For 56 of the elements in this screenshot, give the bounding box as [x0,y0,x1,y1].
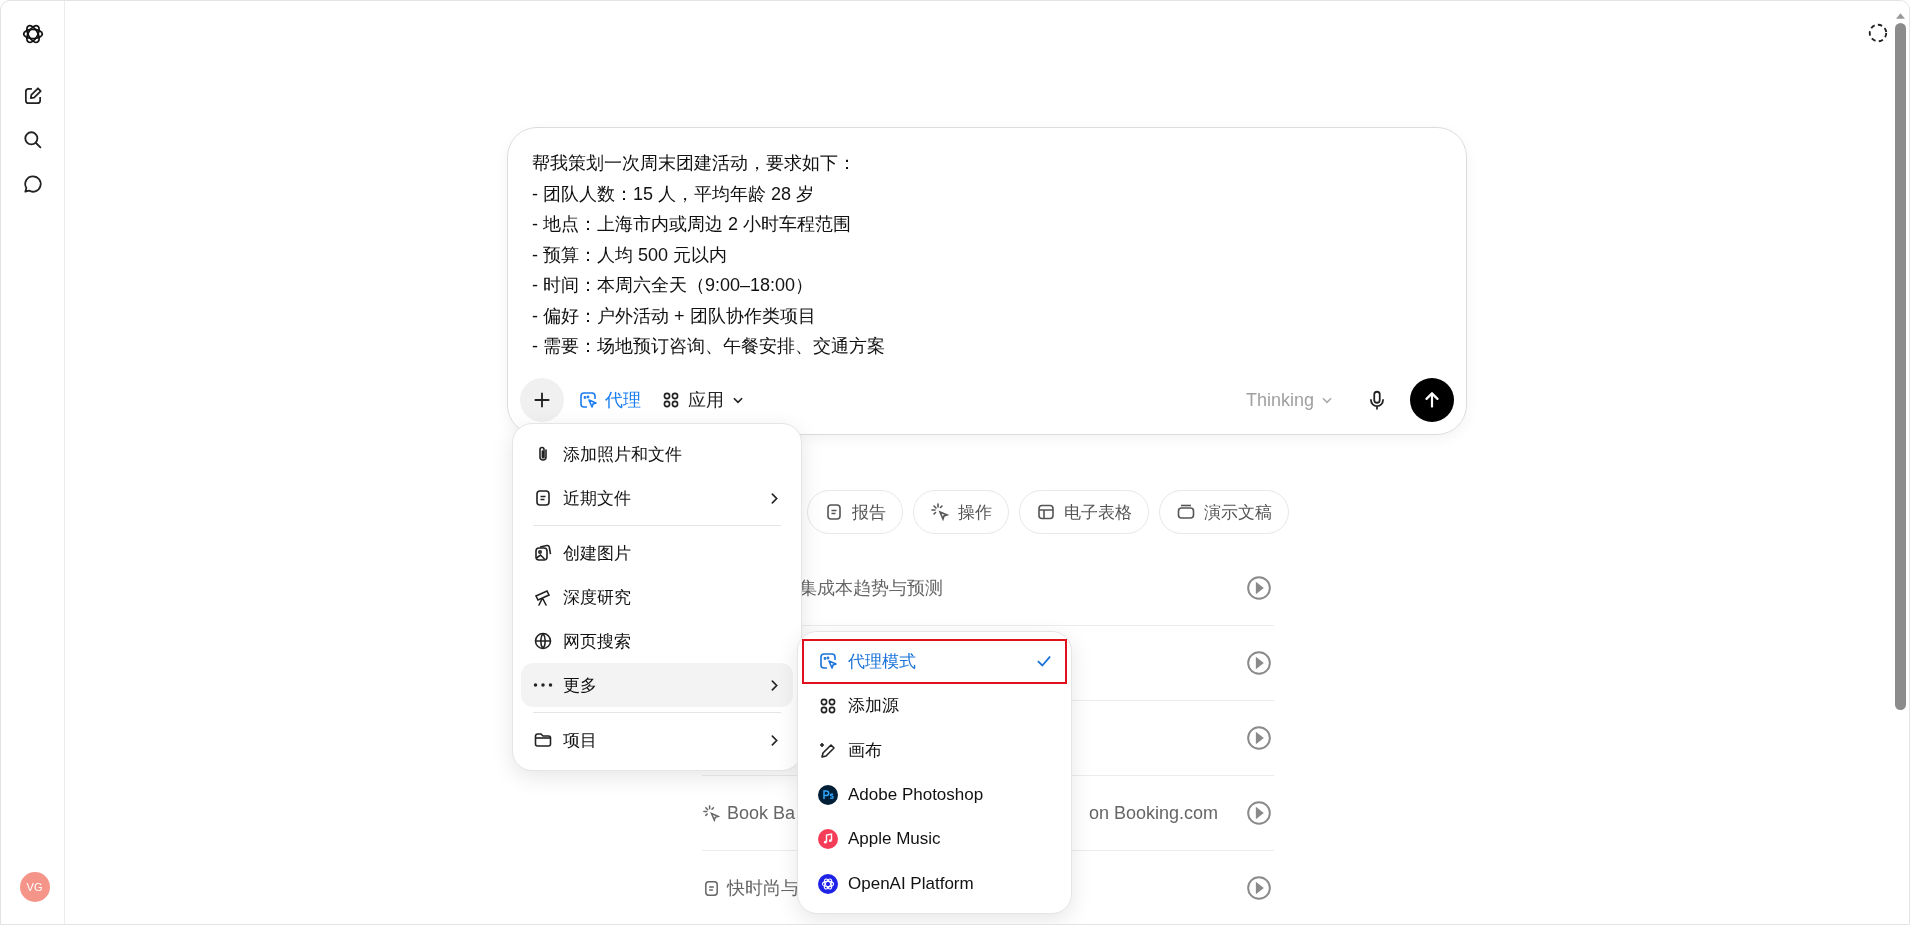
document-icon [824,502,844,522]
menu-item[interactable]: 创建图片 [521,531,793,575]
folder-icon [533,730,553,750]
menu-item[interactable]: 网页搜索 [521,619,793,663]
table-icon [1036,502,1056,522]
scroll-up-icon[interactable] [1896,13,1905,19]
menu-item[interactable]: 更多 [521,663,793,707]
play-icon[interactable] [1246,650,1272,676]
menu-item[interactable]: 添加照片和文件 [521,432,793,476]
play-icon[interactable] [1246,800,1272,826]
prompt-line: - 团队人数：15 人，平均年龄 28 岁 [532,182,816,206]
send-button[interactable] [1410,378,1454,422]
prompt-line: - 时间：本周六全天（9:00–18:00） [532,274,815,297]
prompt-line: - 地点：上海市内或周边 2 小时车程范围 [532,213,852,236]
globe-icon [533,631,553,651]
telescope-icon [533,587,553,607]
menu-item[interactable]: Adobe Photoshop [802,772,1067,817]
more-icon [533,683,553,687]
suggestion-text[interactable]: Book Ba [727,802,796,824]
chat-icon[interactable] [21,173,44,195]
cursor-click-icon [702,803,721,823]
dashed-circle-icon[interactable] [1867,22,1889,44]
openai-app-icon [818,873,838,894]
photoshop-app-icon [818,784,838,805]
menu-item[interactable]: 项目 [521,718,793,762]
nodes-icon [661,390,681,410]
image-icon [533,543,553,563]
menu-item[interactable]: 画布 [802,728,1067,773]
play-icon[interactable] [1246,725,1272,751]
menu-item[interactable]: 深度研究 [521,575,793,619]
prompt-line: - 预算：人均 500 元以内 [532,243,729,267]
menu-item[interactable]: 代理模式 [802,639,1067,684]
suggestion-text[interactable]: on Booking.com [1088,802,1218,824]
document-icon [702,878,721,898]
menu-item[interactable]: 添加源 [802,683,1067,728]
suggestion-text[interactable]: 快时尚与 [727,876,799,900]
document-icon [533,488,553,508]
agent-button[interactable]: 代理 [572,382,647,418]
music-app-icon [818,829,838,850]
agent-icon [578,390,598,410]
menu-item[interactable]: 近期文件 [521,476,793,520]
menu-item[interactable]: Apple Music [802,817,1067,862]
add-button[interactable] [520,378,564,422]
cursor-click-icon [930,502,950,522]
search-icon[interactable] [21,129,44,151]
slides-icon [1176,502,1196,522]
play-icon[interactable] [1246,875,1272,901]
play-icon[interactable] [1246,575,1272,601]
prompt-line: - 需要：场地预订咨询、午餐安排、交通方案 [532,335,886,358]
prompt-line: - 偏好：户外活动 + 团队协作类项目 [532,304,817,328]
agent-icon [818,651,838,672]
menu-item[interactable]: OpenAI Platform [802,861,1067,906]
scrollbar-thumb[interactable] [1895,23,1906,710]
prompt-line: 帮我策划一次周末团建活动，要求如下： [532,152,857,175]
apps-button[interactable]: 应用 [655,382,751,418]
pen-icon [818,740,838,761]
